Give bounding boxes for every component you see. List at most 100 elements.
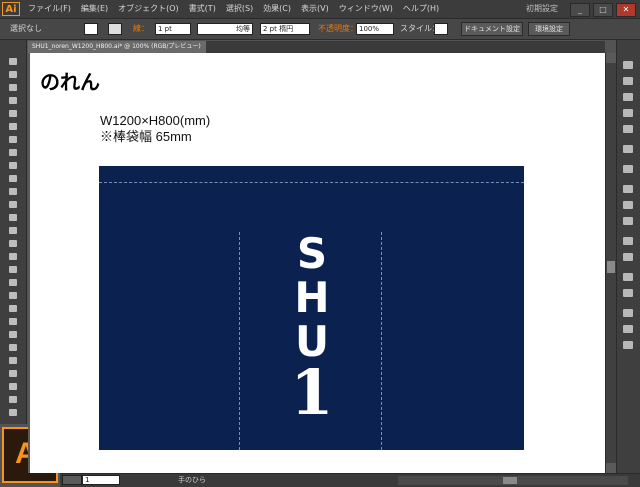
pen-tool-icon[interactable]	[6, 108, 20, 119]
minimize-button[interactable]: _	[570, 3, 590, 17]
symbols-panel-icon[interactable]	[621, 124, 635, 135]
rotate-tool-icon[interactable]	[6, 212, 20, 223]
layers-panel-icon[interactable]	[621, 272, 635, 283]
vertical-scrollbar[interactable]	[605, 53, 616, 473]
menu-list: ファイル(F) 編集(E) オブジェクト(O) 書式(T) 選択(S) 効果(C…	[28, 0, 439, 18]
tools-panel	[0, 40, 27, 424]
graph-tool-icon[interactable]	[6, 355, 20, 366]
close-button[interactable]: ✕	[616, 3, 636, 17]
style-swatch[interactable]	[434, 23, 448, 35]
free-transform-tool-icon[interactable]	[6, 251, 20, 262]
artboards-panel-icon[interactable]	[621, 288, 635, 299]
horizontal-scrollbar[interactable]	[398, 476, 628, 485]
canvas-area[interactable]: のれん W1200×H800(mm) ※棒袋幅 65mm S H U 1	[28, 53, 605, 473]
direct-selection-tool-icon[interactable]	[6, 69, 20, 80]
document-tab-bar: SHU1_noren_W1200_H800.ai* @ 100% (RGB/プレ…	[28, 41, 605, 53]
vertical-scroll-thumb[interactable]	[607, 261, 615, 273]
opacity-label[interactable]: 不透明度：	[318, 19, 358, 39]
menu-object[interactable]: オブジェクト(O)	[118, 0, 179, 18]
menu-file[interactable]: ファイル(F)	[28, 0, 71, 18]
artboard-navigation[interactable]: 1	[82, 475, 120, 485]
horizontal-scroll-thumb[interactable]	[503, 477, 517, 484]
align-panel-icon[interactable]	[621, 236, 635, 247]
lasso-tool-icon[interactable]	[6, 95, 20, 106]
document-setup-button[interactable]: ドキュメント設定	[461, 22, 523, 36]
workspace-switcher[interactable]: 初期設定	[526, 0, 558, 18]
symbol-sprayer-tool-icon[interactable]	[6, 342, 20, 353]
logo-number: 1	[290, 356, 334, 429]
pocket-guide-line	[99, 182, 524, 183]
slit-guide-right	[381, 232, 382, 450]
menu-effect[interactable]: 効果(C)	[263, 0, 291, 18]
menu-help[interactable]: ヘルプ(H)	[403, 0, 439, 18]
preferences-button[interactable]: 環境設定	[528, 22, 570, 36]
character-panel-icon[interactable]	[621, 308, 635, 319]
blob-brush-tool-icon[interactable]	[6, 186, 20, 197]
line-tool-icon[interactable]	[6, 134, 20, 145]
menu-type[interactable]: 書式(T)	[189, 0, 216, 18]
transform-panel-icon[interactable]	[621, 252, 635, 263]
selection-tool-icon[interactable]	[6, 56, 20, 67]
scroll-up-arrow[interactable]	[606, 53, 616, 63]
noren-curtain[interactable]: S H U 1	[99, 166, 524, 450]
paintbrush-tool-icon[interactable]	[6, 160, 20, 171]
control-bar: 選択なし 線： 1 pt 均等 2 pt 楕円 不透明度： 100% スタイル：…	[0, 19, 640, 40]
maximize-button[interactable]: □	[593, 3, 613, 17]
magic-wand-tool-icon[interactable]	[6, 82, 20, 93]
panel-dock	[616, 40, 640, 473]
stroke-swatch[interactable]	[108, 23, 122, 35]
current-tool-status[interactable]: 手のひら	[178, 474, 206, 487]
links-panel-icon[interactable]	[621, 340, 635, 351]
transparency-panel-icon[interactable]	[621, 216, 635, 227]
slit-guide-left	[239, 232, 240, 450]
gradient-panel-icon[interactable]	[621, 200, 635, 211]
menu-window[interactable]: ウィンドウ(W)	[339, 0, 393, 18]
hand-tool-icon[interactable]	[6, 394, 20, 405]
stroke-profile-select[interactable]: 均等	[197, 23, 253, 35]
mesh-tool-icon[interactable]	[6, 290, 20, 301]
shape-builder-tool-icon[interactable]	[6, 264, 20, 275]
scale-tool-icon[interactable]	[6, 225, 20, 236]
stroke-panel-icon[interactable]	[621, 184, 635, 195]
color-guide-panel-icon[interactable]	[621, 76, 635, 87]
paragraph-panel-icon[interactable]	[621, 324, 635, 335]
type-tool-icon[interactable]	[6, 121, 20, 132]
size-text: W1200×H800(mm)	[100, 113, 211, 128]
slice-tool-icon[interactable]	[6, 381, 20, 392]
opacity-field[interactable]: 100%	[356, 23, 394, 35]
color-panel-icon[interactable]	[621, 60, 635, 71]
document-tab[interactable]: SHU1_noren_W1200_H800.ai* @ 100% (RGB/プレ…	[28, 41, 206, 53]
scroll-down-arrow[interactable]	[606, 463, 616, 473]
stroke-weight-field[interactable]: 1 pt	[155, 23, 191, 35]
selection-status: 選択なし	[10, 24, 42, 33]
zoom-tool-icon[interactable]	[6, 407, 20, 418]
eraser-tool-icon[interactable]	[6, 199, 20, 210]
artboard-title: のれん	[40, 70, 100, 94]
pencil-tool-icon[interactable]	[6, 173, 20, 184]
stroke-label[interactable]: 線：	[133, 19, 149, 39]
eyedropper-tool-icon[interactable]	[6, 316, 20, 327]
rectangle-tool-icon[interactable]	[6, 147, 20, 158]
window-controls: _ □ ✕	[570, 3, 636, 17]
logo-letter-h: H	[294, 273, 330, 322]
blend-tool-icon[interactable]	[6, 329, 20, 340]
ai-logo-small: Ai	[2, 2, 20, 16]
menu-view[interactable]: 表示(V)	[301, 0, 329, 18]
zoom-select[interactable]	[62, 475, 82, 485]
pocket-text: ※棒袋幅 65mm	[100, 129, 192, 144]
fill-swatch[interactable]	[84, 23, 98, 35]
menu-bar: Ai ファイル(F) 編集(E) オブジェクト(O) 書式(T) 選択(S) 効…	[0, 0, 640, 19]
artboard-tool-icon[interactable]	[6, 368, 20, 379]
menu-select[interactable]: 選択(S)	[226, 0, 253, 18]
perspective-grid-tool-icon[interactable]	[6, 277, 20, 288]
graphic-styles-panel-icon[interactable]	[621, 144, 635, 155]
artboard-specs: W1200×H800(mm) ※棒袋幅 65mm	[100, 113, 210, 145]
gradient-tool-icon[interactable]	[6, 303, 20, 314]
artboard[interactable]: のれん W1200×H800(mm) ※棒袋幅 65mm S H U 1	[30, 53, 605, 473]
brush-select[interactable]: 2 pt 楕円	[260, 23, 310, 35]
width-tool-icon[interactable]	[6, 238, 20, 249]
menu-edit[interactable]: 編集(E)	[81, 0, 108, 18]
swatches-panel-icon[interactable]	[621, 92, 635, 103]
brushes-panel-icon[interactable]	[621, 108, 635, 119]
appearance-panel-icon[interactable]	[621, 164, 635, 175]
